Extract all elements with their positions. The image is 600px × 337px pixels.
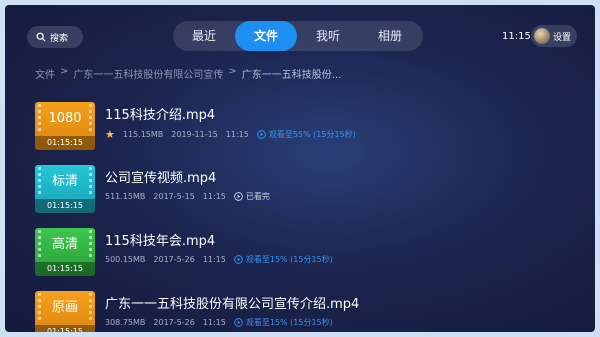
watch-status: 观看至15% (15分15秒) [234, 317, 333, 328]
film-strip-icon [38, 167, 41, 197]
file-name: 广东一一五科技股份有限公司宣传介绍.mp4 [105, 297, 360, 312]
breadcrumb-item-folder[interactable]: 广东一一五科技股份有限公司宣传 [73, 66, 223, 81]
play-circle-icon [234, 318, 243, 327]
watch-status: 观看至55% (15分15秒) [257, 129, 356, 140]
app-window: 搜索 最近 文件 我听 相册 11:15 设置 文件 > 广东一一五科技股份有限… [5, 5, 595, 332]
main-tabs: 最近 文件 我听 相册 [173, 21, 423, 51]
breadcrumb: 文件 > 广东一一五科技股份有限公司宣传 > 广东一一五科技股份... [35, 66, 341, 81]
quality-label: 标清 [51, 174, 78, 189]
file-date: 2017-5-26 [153, 318, 195, 327]
file-meta: 308.75MB 2017-5-26 11:15 观看至15% (15分15秒) [105, 317, 333, 328]
video-thumbnail: 原画 01:15:15 [35, 291, 95, 332]
file-row[interactable]: 标清 01:15:15 公司宣传视频.mp4 511.15MB 2017-5-1… [35, 165, 575, 223]
search-button[interactable]: 搜索 [27, 26, 83, 48]
duration-label: 01:15:15 [35, 262, 95, 276]
duration-label: 01:15:15 [35, 199, 95, 213]
film-strip-icon [89, 167, 92, 197]
watch-status-text: 已看完 [245, 192, 270, 201]
video-thumbnail: 1080 01:15:15 [35, 102, 95, 150]
search-label: 搜索 [50, 33, 69, 44]
play-circle-icon [257, 130, 266, 139]
play-circle-icon [234, 255, 243, 264]
duration-label: 01:15:15 [35, 136, 95, 150]
watch-status: 已看完 [234, 191, 270, 202]
duration-label: 01:15:15 [35, 325, 95, 332]
film-strip-icon [38, 230, 41, 260]
avatar [534, 28, 550, 44]
breadcrumb-item-current: 广东一一五科技股份... [241, 70, 342, 81]
star-icon: ★ [105, 128, 115, 141]
settings-button[interactable]: 设置 [531, 25, 577, 47]
video-thumbnail: 高清 01:15:15 [35, 228, 95, 276]
search-icon [36, 32, 46, 42]
watch-status: 观看至15% (15分15秒) [234, 254, 333, 265]
play-circle-icon [234, 192, 243, 201]
watch-status-text: 观看至15% (15分15秒) [245, 255, 333, 264]
settings-label: 设置 [553, 32, 572, 43]
tab-recent[interactable]: 最近 [173, 21, 235, 51]
file-date: 2017-5-15 [153, 192, 195, 201]
film-strip-icon [89, 230, 92, 260]
watch-status-text: 观看至55% (15分15秒) [268, 130, 356, 139]
file-row[interactable]: 原画 01:15:15 广东一一五科技股份有限公司宣传介绍.mp4 308.75… [35, 291, 575, 332]
file-time: 11:15 [202, 318, 226, 327]
file-size: 308.75MB [105, 318, 146, 327]
breadcrumb-item-files[interactable]: 文件 [35, 66, 55, 81]
file-meta: ★ 115.15MB 2019-11-15 11:15 观看至55% (15分1… [105, 128, 356, 141]
file-time: 11:15 [202, 255, 226, 264]
video-thumbnail: 标清 01:15:15 [35, 165, 95, 213]
clock: 11:15 [502, 31, 531, 42]
file-meta: 511.15MB 2017-5-15 11:15 已看完 [105, 191, 270, 202]
file-date: 2019-11-15 [171, 130, 218, 139]
film-strip-icon [38, 293, 41, 323]
breadcrumb-separator: > [228, 66, 237, 77]
file-meta: 500.15MB 2017-5-26 11:15 观看至15% (15分15秒) [105, 254, 333, 265]
watch-status-text: 观看至15% (15分15秒) [245, 318, 333, 327]
tab-album[interactable]: 相册 [359, 21, 421, 51]
breadcrumb-separator: > [60, 66, 69, 77]
file-date: 2017-5-26 [153, 255, 195, 264]
film-strip-icon [89, 104, 92, 134]
quality-label: 1080 [48, 111, 82, 126]
file-time: 11:15 [202, 192, 226, 201]
file-row[interactable]: 1080 01:15:15 115科技介绍.mp4 ★ 115.15MB 201… [35, 102, 575, 160]
file-name: 115科技年会.mp4 [105, 234, 216, 249]
film-strip-icon [89, 293, 92, 323]
file-size: 115.15MB [122, 130, 164, 139]
file-name: 115科技介绍.mp4 [105, 108, 216, 123]
tab-listen[interactable]: 我听 [297, 21, 359, 51]
file-name: 公司宣传视频.mp4 [105, 171, 217, 186]
file-size: 500.15MB [105, 255, 146, 264]
quality-label: 高清 [51, 237, 78, 252]
file-row[interactable]: 高清 01:15:15 115科技年会.mp4 500.15MB 2017-5-… [35, 228, 575, 286]
tab-files[interactable]: 文件 [235, 21, 297, 51]
file-size: 511.15MB [105, 192, 146, 201]
film-strip-icon [38, 104, 41, 134]
file-time: 11:15 [225, 130, 249, 139]
quality-label: 原画 [51, 300, 78, 315]
